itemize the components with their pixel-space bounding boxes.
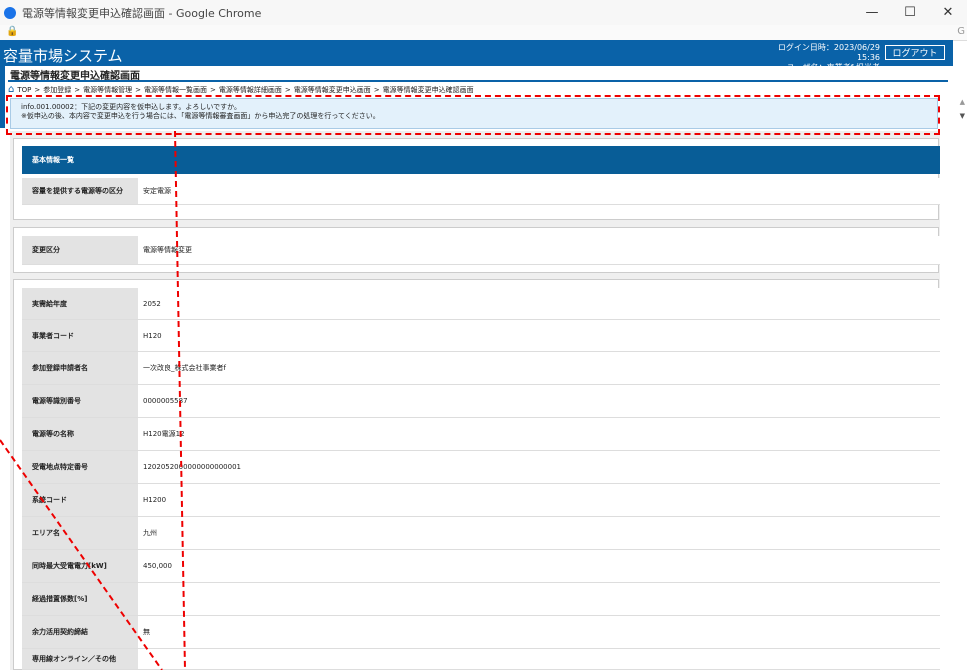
edge-glyph: G [957, 26, 965, 37]
detail-row: 専用線オンライン／その他 [22, 649, 940, 670]
info-message-line1: info.001.00002：下記の変更内容を仮申込します。よろしいですか。 [21, 103, 242, 111]
row-value: 安定電源 [138, 178, 940, 204]
row-value: H120 [138, 320, 940, 351]
row-label: 電源等識別番号 [22, 385, 138, 417]
change-row: 変更区分 電源等情報変更 [22, 236, 940, 265]
row-label: 受電地点特定番号 [22, 451, 138, 483]
row-label: 事業者コード [22, 320, 138, 351]
row-value [138, 583, 940, 615]
title-divider [8, 80, 948, 82]
row-value: 0000005587 [138, 385, 940, 417]
row-value: 2052 [138, 288, 940, 319]
row-value: H1200 [138, 484, 940, 516]
row-label: 変更区分 [22, 236, 138, 264]
row-label: 専用線オンライン／その他 [22, 649, 138, 669]
breadcrumb-item[interactable]: TOP [17, 86, 31, 94]
row-value [138, 649, 940, 669]
maximize-button[interactable]: ☐ [891, 0, 929, 25]
row-label: エリア名 [22, 517, 138, 549]
detail-row: 同時最大受電電力[kW] 450,000 [22, 550, 940, 583]
user-name: ユーザ名：事業者f 担当者 [786, 63, 880, 72]
row-label: 同時最大受電電力[kW] [22, 550, 138, 582]
detail-row: 経過措置係数[%] [22, 583, 940, 616]
provider-row: 容量を提供する電源等の区分 安定電源 [22, 178, 940, 205]
detail-row: 事業者コード H120 [22, 320, 940, 352]
row-label: 参加登録申請者名 [22, 352, 138, 384]
row-label: 電源等の名称 [22, 418, 138, 450]
detail-row: 受電地点特定番号 1202052000000000000001 [22, 451, 940, 484]
app-header: 容量市場システム ログイン日時：2023/06/29 15:36 ユーザ名：事業… [0, 40, 953, 72]
address-bar[interactable]: 🔒 G [0, 25, 967, 41]
home-icon[interactable]: ⌂ [8, 84, 14, 95]
row-label: 容量を提供する電源等の区分 [22, 178, 138, 204]
info-message-box: info.001.00002：下記の変更内容を仮申込します。よろしいですか。 ※… [10, 98, 938, 129]
row-label: 余力活用契約締結 [22, 616, 138, 648]
left-accent-strip [0, 66, 5, 128]
breadcrumb-item[interactable]: 電源等情報一覧画面 [144, 85, 207, 95]
detail-row: 電源等識別番号 0000005587 [22, 385, 940, 418]
chrome-favicon-icon [4, 6, 16, 19]
close-button[interactable]: ✕ [929, 0, 967, 25]
logout-button[interactable]: ログアウト [885, 45, 945, 60]
breadcrumb: ⌂ TOP > 参加登録 > 電源等情報管理 > 電源等情報一覧画面 > 電源等情報詳細… [8, 84, 474, 95]
detail-row: 電源等の名称 H120電源12 [22, 418, 940, 451]
detail-row: 系統コード H1200 [22, 484, 940, 517]
login-info: ログイン日時：2023/06/29 15:36 ユーザ名：事業者f 担当者 [770, 43, 880, 73]
breadcrumb-item[interactable]: 電源等情報管理 [83, 85, 132, 95]
row-value: 九州 [138, 517, 940, 549]
row-value: 450,000 [138, 550, 940, 582]
scroll-down-icon[interactable]: ▼ [960, 112, 965, 120]
section-header: 基本情報一覧 [22, 146, 940, 174]
detail-row: 参加登録申請者名 一次改良_株式会社事業者f [22, 352, 940, 385]
breadcrumb-item[interactable]: 電源等情報変更申込画面 [294, 85, 371, 95]
detail-row: エリア名 九州 [22, 517, 940, 550]
window-title: 電源等情報変更申込確認画面 - Google Chrome [22, 6, 262, 20]
app-title: 容量市場システム [3, 47, 123, 65]
row-value: 一次改良_株式会社事業者f [138, 352, 940, 384]
row-value: 1202052000000000000001 [138, 451, 940, 483]
breadcrumb-item[interactable]: 参加登録 [43, 85, 71, 95]
scroll-up-icon[interactable]: ▲ [960, 98, 965, 106]
browser-titlebar: 電源等情報変更申込確認画面 - Google Chrome — ☐ ✕ [0, 0, 967, 25]
row-value: 電源等情報変更 [138, 236, 940, 264]
breadcrumb-item-current: 電源等情報変更申込確認画面 [382, 85, 474, 94]
row-value: 無 [138, 616, 940, 648]
row-value: H120電源12 [138, 418, 940, 450]
login-datetime: ログイン日時：2023/06/29 15:36 [777, 43, 880, 62]
row-label: 実需給年度 [22, 288, 138, 319]
info-message-line2: ※仮申込の後、本内容で変更申込を行う場合には、「電源等情報審査画面」から申込完了… [21, 112, 380, 120]
minimize-button[interactable]: — [853, 0, 891, 25]
message-scrollbar[interactable]: ▲ ▼ [955, 98, 967, 670]
breadcrumb-item[interactable]: 電源等情報詳細画面 [219, 85, 282, 95]
row-label: 経過措置係数[%] [22, 583, 138, 615]
row-label: 系統コード [22, 484, 138, 516]
detail-row: 実需給年度 2052 [22, 288, 940, 320]
detail-row: 余力活用契約締結 無 [22, 616, 940, 649]
lock-icon: 🔒 [6, 26, 19, 37]
